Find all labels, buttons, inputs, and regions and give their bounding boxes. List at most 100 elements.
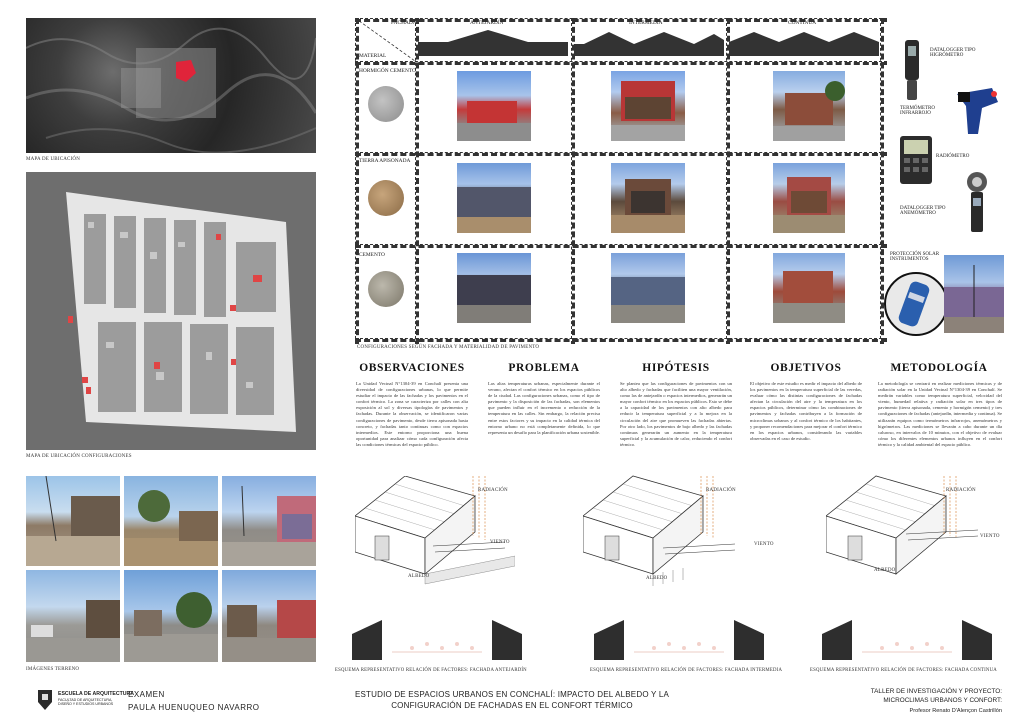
grid-line <box>880 18 884 344</box>
facade-antejardin-elevation <box>418 30 568 56</box>
observaciones-title: OBSERVACIONES <box>359 362 465 374</box>
objetivos-body: El objetivo de este estudio es medir el … <box>750 381 862 441</box>
house-scene <box>773 271 845 323</box>
scheme-section-continua <box>822 620 992 660</box>
exam-label: EXAMEN <box>128 690 165 699</box>
photo-hormigon-intermedia <box>611 71 685 141</box>
fachada-header-label: FACHADA <box>391 20 417 26</box>
school-faculty: FACULTAD DE ARQUITECTURA, DISEÑO Y ESTUD… <box>58 698 114 706</box>
solar-protection-photo <box>884 272 948 336</box>
map-location-caption: MAPA DE UBICACIÓN <box>26 157 81 162</box>
radiacion-label-1: RADIACIÓN <box>478 488 508 493</box>
house-scene <box>457 275 531 323</box>
observaciones-body: La Unidad Vecinal N°1304-39 en Conchalí … <box>356 381 468 447</box>
grid-line <box>355 18 359 344</box>
scheme-caption-3: ESQUEMA REPRESENTATIVO RELACIÓN DE FACTO… <box>810 668 997 673</box>
row-label-cemento: CEMENTO <box>359 252 385 258</box>
terreno-caption: IMÁGENES TERRENO <box>26 667 80 672</box>
grid-line <box>415 18 419 344</box>
house-scene <box>611 81 685 141</box>
infrared-thermometer-icon <box>957 88 998 134</box>
column-label-antejardin: ANTEJARDÍN <box>470 20 504 26</box>
terreno-photo-1 <box>26 476 120 566</box>
material-header-label: MATERIAL <box>359 53 387 59</box>
grid-line <box>355 338 887 342</box>
street-scene <box>26 600 120 662</box>
cemento-swatch <box>368 271 404 307</box>
house-scene <box>773 81 845 141</box>
terreno-photo-2 <box>124 476 218 566</box>
street-scene <box>124 490 218 566</box>
hygrometer-icon <box>905 40 919 100</box>
grid-line <box>571 18 575 344</box>
column-label-continua: CONTINUA <box>788 20 817 26</box>
scheme-section-antejardin <box>352 620 522 660</box>
metodologia-body: La metodología se centrará en realizar m… <box>878 381 1002 447</box>
objetivos-title: OBJETIVOS <box>770 362 842 374</box>
street-scene <box>124 592 218 662</box>
project-title-line2: CONFIGURACIÓN DE FACHADAS EN EL CONFORT … <box>391 701 633 710</box>
photo-tierra-antejardin <box>457 163 531 233</box>
albedo-label-2: ALBEDO <box>646 576 668 581</box>
scheme-section-intermedia <box>594 620 764 660</box>
scheme-caption-2: ESQUEMA REPRESENTATIVO RELACIÓN DE FACTO… <box>590 668 783 673</box>
photo-cemento-intermedia <box>611 253 685 323</box>
house-scene <box>773 177 845 233</box>
matrix-caption: CONFIGURACIONES SEGÚN FACHADA Y MATERIAL… <box>357 345 540 350</box>
photo-tierra-continua <box>773 163 845 233</box>
protection-device-icon <box>898 281 930 327</box>
hormigon-swatch <box>368 86 404 122</box>
terreno-photo-3 <box>222 476 316 566</box>
terreno-photo-5 <box>124 570 218 662</box>
hipotesis-body: Se plantea que las configuraciones de pa… <box>620 381 733 447</box>
project-title-line1: ESTUDIO DE ESPACIOS URBANOS EN CONCHALÍ:… <box>354 690 670 699</box>
facade-continua-elevation <box>729 32 879 56</box>
radiometer-icon <box>900 136 932 184</box>
label-proteccion: PROTECCIÓN SOLAR INSTRUMENTOS <box>890 252 940 262</box>
terrain-texture <box>26 27 316 153</box>
photo-hormigon-continua <box>773 71 845 141</box>
instrument-field-photo <box>944 255 1004 333</box>
photo-hormigon-antejardin <box>457 71 531 141</box>
problema-title: PROBLEMA <box>508 362 580 374</box>
street-scene <box>222 485 316 566</box>
metodologia-title: METODOLOGÍA <box>890 362 988 374</box>
anemometer-icon <box>967 172 987 232</box>
scheme-caption-1: ESQUEMA REPRESENTATIVO RELACIÓN DE FACTO… <box>335 668 527 673</box>
viento-label-2: VIENTO <box>754 542 774 547</box>
house-scene <box>611 277 685 323</box>
author-name: PAULA HUENUQUEO NAVARRO <box>128 703 260 712</box>
street-scene <box>222 600 316 662</box>
house-scene <box>457 187 531 233</box>
workshop-line1: TALLER DE INVESTIGACIÓN Y PROYECTO: <box>870 688 1002 695</box>
hipotesis-title: HIPÓTESIS <box>642 362 710 374</box>
graffiti-wall-scene <box>944 265 1004 333</box>
radiacion-label-2: RADIACIÓN <box>706 488 736 493</box>
radiacion-label-3: RADIACIÓN <box>946 488 976 493</box>
label-datalogger-higrometro: DATALOGGER TIPO HIGRÓMETRO <box>930 48 976 58</box>
configurations-map <box>26 172 316 450</box>
school-name: ESCUELA DE ARQUITECTURA <box>58 691 134 697</box>
label-datalogger-anemometro: DATALOGGER TIPO ANEMÓMETRO <box>900 206 946 216</box>
terreno-photo-6 <box>222 570 316 662</box>
albedo-label-3: ALBEDO <box>874 568 896 573</box>
grid-line <box>726 18 730 344</box>
label-termometro: TERMÓMETRO INFRARROJO <box>900 106 935 116</box>
row-label-hormigon: HORMIGÓN CEMENTO <box>359 68 416 74</box>
photo-cemento-continua <box>773 253 845 323</box>
university-seal-icon <box>38 690 52 710</box>
terreno-photo-4 <box>26 570 120 662</box>
viento-label-3: VIENTO <box>980 534 1000 539</box>
albedo-label-1: ALBEDO <box>408 574 430 579</box>
row-label-tierra: TIERRA APISONADA <box>359 158 411 164</box>
facade-intermedia-elevation <box>574 32 724 56</box>
house-scene <box>611 179 685 233</box>
professor-name: Profesor Renato D'Alençon Castrillón <box>909 708 1002 714</box>
workshop-line2: MICROCLIMAS URBANOS Y CONFORT: <box>883 697 1002 704</box>
photo-cemento-antejardin <box>457 253 531 323</box>
tierra-swatch <box>368 180 404 216</box>
column-label-intermedia: INTERMEDIA <box>629 20 663 26</box>
street-scene <box>26 476 120 566</box>
grid-line <box>355 152 887 156</box>
photo-tierra-intermedia <box>611 163 685 233</box>
